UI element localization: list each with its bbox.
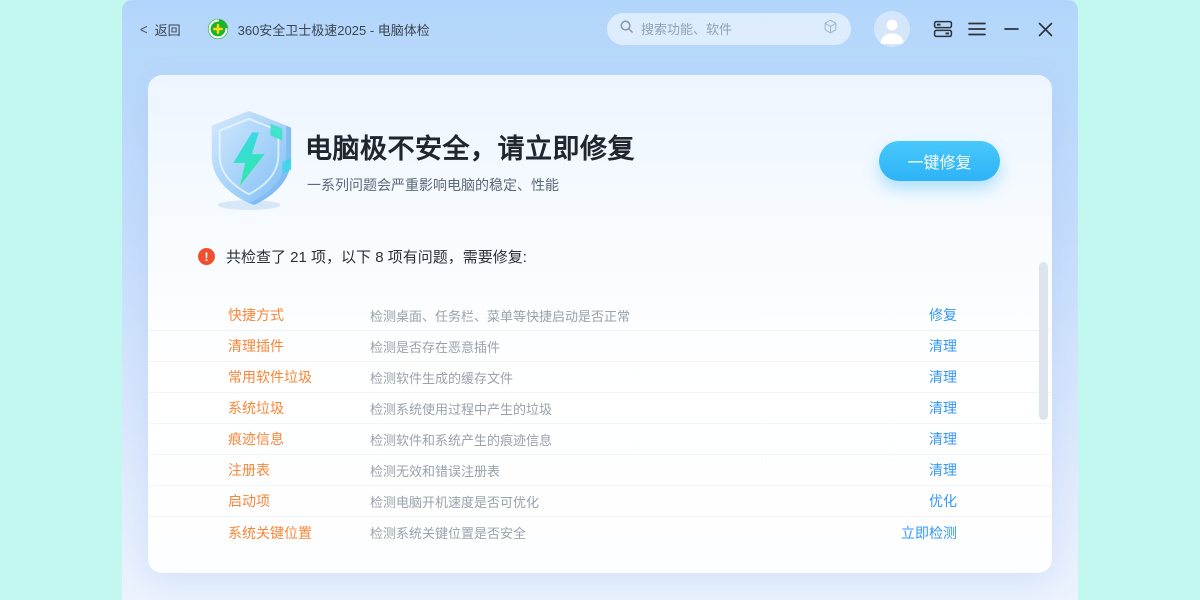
- issue-desc: 检测桌面、任务栏、菜单等快捷启动是否正常: [370, 306, 929, 325]
- back-chevron-icon: <: [140, 21, 148, 38]
- issue-name: 痕迹信息: [228, 429, 370, 449]
- issue-desc: 检测是否存在恶意插件: [370, 337, 929, 356]
- issue-name: 快捷方式: [228, 305, 370, 325]
- issue-row: 系统关键位置 检测系统关键位置是否安全 立即检测: [148, 517, 1052, 548]
- issue-row: 快捷方式 检测桌面、任务栏、菜单等快捷启动是否正常 修复: [148, 300, 1052, 331]
- issue-desc: 检测软件生成的缓存文件: [370, 368, 929, 387]
- issue-action-link[interactable]: 修复: [929, 305, 957, 325]
- issue-name: 启动项: [228, 491, 370, 511]
- hamburger-menu-icon[interactable]: [967, 19, 987, 39]
- issue-desc: 检测软件和系统产生的痕迹信息: [370, 430, 929, 449]
- issue-action-link[interactable]: 优化: [929, 491, 957, 511]
- close-icon[interactable]: [1035, 19, 1055, 39]
- issue-row: 痕迹信息 检测软件和系统产生的痕迹信息 清理: [148, 424, 1052, 455]
- issue-name: 注册表: [228, 460, 370, 480]
- search-icon: [619, 19, 634, 39]
- issue-row: 启动项 检测电脑开机速度是否可优化 优化: [148, 486, 1052, 517]
- user-avatar[interactable]: [874, 11, 910, 47]
- 360-logo-icon: [207, 18, 229, 40]
- issue-name: 常用软件垃圾: [228, 367, 370, 387]
- issue-name: 系统垃圾: [228, 398, 370, 418]
- summary-text: 共检查了 21 项，以下 8 项有问题，需要修复:: [226, 246, 527, 267]
- back-button[interactable]: < 返回: [140, 20, 181, 39]
- issue-action-link[interactable]: 清理: [929, 398, 957, 418]
- app-window: < 返回 360安全卫士极速2025 - 电脑体检: [122, 0, 1078, 600]
- issue-desc: 检测系统关键位置是否安全: [370, 523, 901, 542]
- scrollbar-thumb[interactable]: [1039, 262, 1048, 420]
- issue-name: 系统关键位置: [228, 523, 370, 543]
- issue-action-link[interactable]: 清理: [929, 460, 957, 480]
- minimize-icon[interactable]: [1001, 19, 1021, 39]
- back-label: 返回: [155, 20, 181, 39]
- title-bar: < 返回 360安全卫士极速2025 - 电脑体检: [122, 0, 1078, 58]
- search-box[interactable]: [607, 13, 851, 45]
- health-check-card: 电脑极不安全，请立即修复 一系列问题会严重影响电脑的稳定、性能 一键修复 共检查…: [148, 75, 1052, 573]
- alert-icon: [198, 248, 215, 265]
- one-click-fix-button[interactable]: 一键修复: [879, 141, 1000, 181]
- mini-window-icon[interactable]: [933, 19, 953, 39]
- issues-list: 快捷方式 检测桌面、任务栏、菜单等快捷启动是否正常 修复 清理插件 检测是否存在…: [148, 300, 1052, 548]
- issue-action-link[interactable]: 立即检测: [901, 523, 957, 543]
- issue-desc: 检测电脑开机速度是否可优化: [370, 492, 929, 511]
- check-summary: 共检查了 21 项，以下 8 项有问题，需要修复:: [198, 246, 527, 267]
- shield-lightning-icon: [200, 107, 298, 211]
- issue-action-link[interactable]: 清理: [929, 429, 957, 449]
- issue-row: 清理插件 检测是否存在恶意插件 清理: [148, 331, 1052, 362]
- cube-icon[interactable]: [822, 18, 839, 40]
- window-title: 360安全卫士极速2025 - 电脑体检: [238, 20, 430, 39]
- issue-row: 系统垃圾 检测系统使用过程中产生的垃圾 清理: [148, 393, 1052, 424]
- issue-desc: 检测无效和错误注册表: [370, 461, 929, 480]
- issue-row: 常用软件垃圾 检测软件生成的缓存文件 清理: [148, 362, 1052, 393]
- issue-name: 清理插件: [228, 336, 370, 356]
- issue-action-link[interactable]: 清理: [929, 336, 957, 356]
- hero-title: 电脑极不安全，请立即修复: [305, 127, 635, 166]
- issue-row: 注册表 检测无效和错误注册表 清理: [148, 455, 1052, 486]
- hero-subtitle: 一系列问题会严重影响电脑的稳定、性能: [307, 175, 559, 195]
- search-input[interactable]: [641, 22, 822, 37]
- issue-action-link[interactable]: 清理: [929, 367, 957, 387]
- window-controls: [933, 19, 1055, 39]
- issue-desc: 检测系统使用过程中产生的垃圾: [370, 399, 929, 418]
